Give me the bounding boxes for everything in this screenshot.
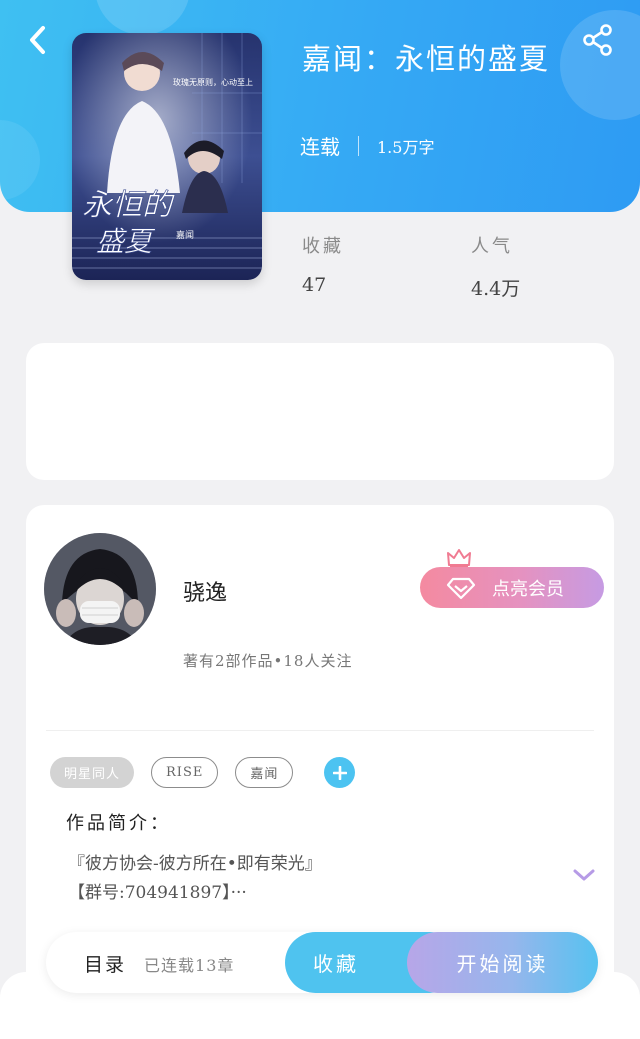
tag-chip[interactable]: RISE — [151, 757, 219, 788]
add-tag-button[interactable] — [324, 757, 356, 788]
popularity-label: 人气 — [471, 236, 513, 257]
favorites-stat: 收藏 47 — [302, 232, 344, 296]
cover-title-line1: 永恒的 — [82, 188, 175, 223]
start-reading-button[interactable]: 开始阅读 — [407, 932, 598, 993]
header-decoration — [0, 120, 40, 200]
toc-button[interactable]: 目录 已连载13章 — [84, 950, 234, 977]
intro-line: 【群号:704941897】··· — [68, 883, 247, 903]
book-cover-art: 玫瑰无原则，心动至上 永恒的 盛夏 嘉闻 — [72, 33, 262, 280]
favorites-value: 47 — [302, 274, 327, 296]
tag-chip[interactable]: 明星同人 — [50, 757, 135, 788]
header-decoration — [95, 0, 190, 35]
book-cover[interactable]: 玫瑰无原则，心动至上 永恒的 盛夏 嘉闻 — [72, 33, 262, 280]
author-card: 骁逸 著有2部作品•18人关注 点亮会员 明星同人 RISE 嘉闻 作品简介： … — [26, 505, 614, 1005]
start-reading-label: 开始阅读 — [456, 952, 549, 976]
tag-list: 明星同人 RISE 嘉闻 — [50, 757, 356, 788]
chevron-left-icon — [30, 26, 45, 54]
back-button[interactable] — [18, 20, 58, 60]
word-count: 1.5万字 — [377, 137, 435, 157]
card-divider — [46, 730, 594, 731]
avatar-image — [44, 533, 156, 645]
tag-chip[interactable]: 嘉闻 — [235, 757, 294, 788]
blank-card — [26, 343, 614, 480]
share-icon — [583, 24, 612, 56]
plus-icon — [332, 765, 347, 780]
bottom-action-bar: 目录 已连载13章 收藏 开始阅读 — [46, 932, 598, 993]
book-meta: 连载 1.5万字 — [300, 131, 434, 160]
chapter-count: 已连载13章 — [144, 956, 235, 975]
book-title: 嘉闻：永恒的盛夏 — [302, 42, 551, 76]
diamond-icon — [446, 577, 476, 599]
author-name[interactable]: 骁逸 — [183, 575, 227, 607]
popularity-stat: 人气 4.4万 — [471, 232, 520, 301]
cover-side-text: 嘉闻 — [176, 229, 194, 241]
serial-status: 连载 — [300, 135, 340, 159]
cover-title-line2: 盛夏 — [96, 225, 156, 258]
chevron-down-icon — [573, 869, 595, 881]
share-button[interactable] — [576, 20, 620, 60]
vip-button[interactable]: 点亮会员 — [420, 567, 604, 608]
favorite-label: 收藏 — [313, 952, 359, 976]
author-stats: 著有2部作品•18人关注 — [183, 652, 353, 670]
toc-label: 目录 — [84, 954, 127, 976]
crown-icon — [447, 549, 471, 568]
popularity-value: 4.4万 — [471, 278, 521, 300]
expand-intro-button[interactable] — [570, 865, 598, 885]
intro-line: 『彼方协会-彼方所在•即有荣光』 — [68, 854, 322, 874]
cover-tagline: 玫瑰无原则，心动至上 — [173, 77, 253, 87]
intro-label: 作品简介： — [66, 813, 171, 834]
favorites-label: 收藏 — [302, 236, 344, 257]
intro-text: 『彼方协会-彼方所在•即有荣光』 【群号:704941897】··· — [68, 850, 548, 908]
meta-divider — [358, 135, 359, 156]
vip-label: 点亮会员 — [492, 578, 564, 600]
author-avatar[interactable] — [44, 533, 156, 645]
